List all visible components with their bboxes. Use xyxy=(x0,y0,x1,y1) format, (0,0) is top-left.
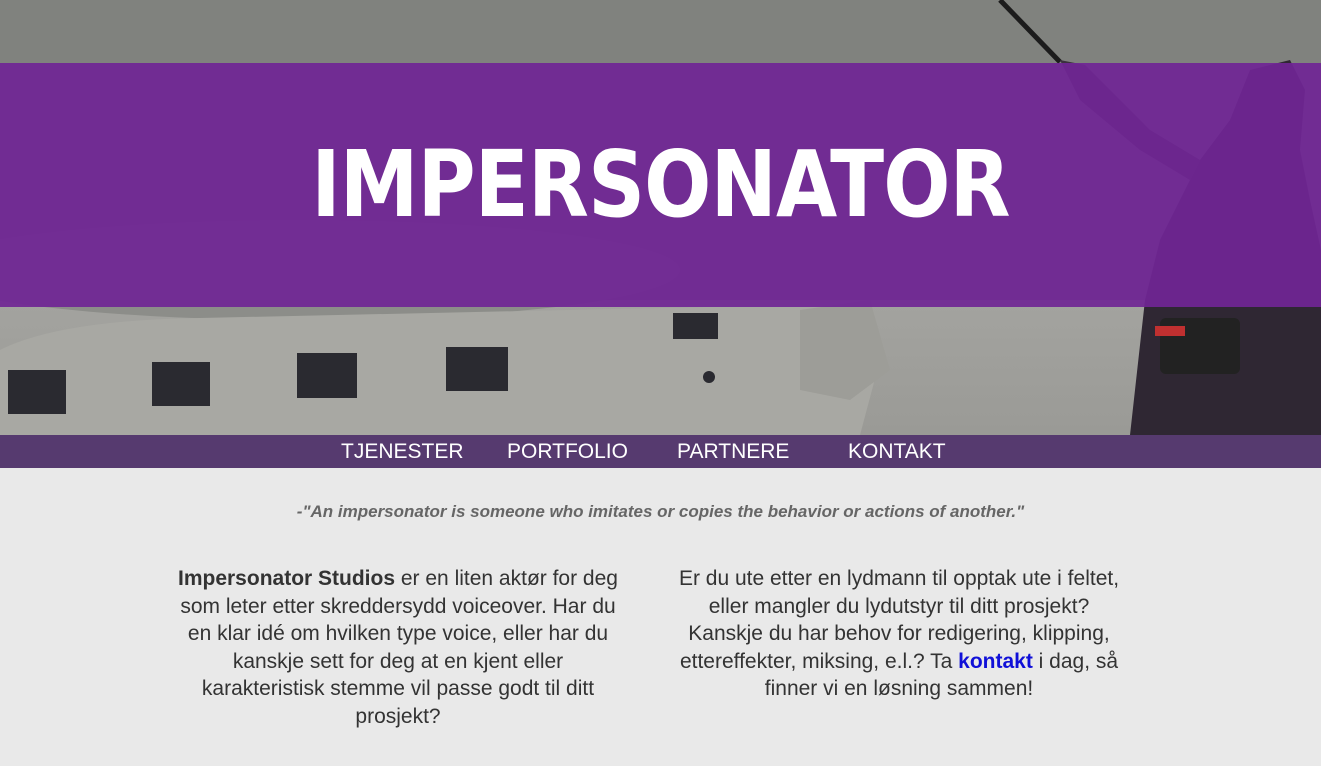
intro-left-text: er en liten aktør for deg som leter ette… xyxy=(180,567,618,728)
title-banner: IMPERSONATOR xyxy=(0,63,1321,307)
plane-window xyxy=(297,353,357,398)
contact-link[interactable]: kontakt xyxy=(958,650,1033,673)
recorder-strap xyxy=(1155,326,1185,336)
intro-left-column: Impersonator Studios er en liten aktør f… xyxy=(173,565,623,730)
plane-window xyxy=(152,362,210,406)
nav-item-partnere[interactable]: PARTNERE xyxy=(677,435,789,468)
plane-window xyxy=(673,313,718,339)
plane-rivet xyxy=(703,371,715,383)
nav-item-portfolio[interactable]: PORTFOLIO xyxy=(507,435,628,468)
nav-item-tjenester[interactable]: TJENESTER xyxy=(341,435,464,468)
plane-debris xyxy=(800,300,890,400)
plane-window xyxy=(8,370,66,414)
site-title: IMPERSONATOR xyxy=(311,131,1010,238)
nav-item-kontakt[interactable]: KONTAKT xyxy=(848,435,946,468)
brand-name: Impersonator Studios xyxy=(178,567,396,590)
hero-image: IMPERSONATOR xyxy=(0,0,1321,435)
main-nav: TJENESTER PORTFOLIO PARTNERE KONTAKT xyxy=(0,435,1321,468)
plane-wreck xyxy=(0,300,880,435)
plane-window xyxy=(446,347,508,391)
tagline-quote: -"An impersonator is someone who imitate… xyxy=(296,502,1025,521)
intro-right-column: Er du ute etter en lydmann til opptak ut… xyxy=(674,565,1124,703)
